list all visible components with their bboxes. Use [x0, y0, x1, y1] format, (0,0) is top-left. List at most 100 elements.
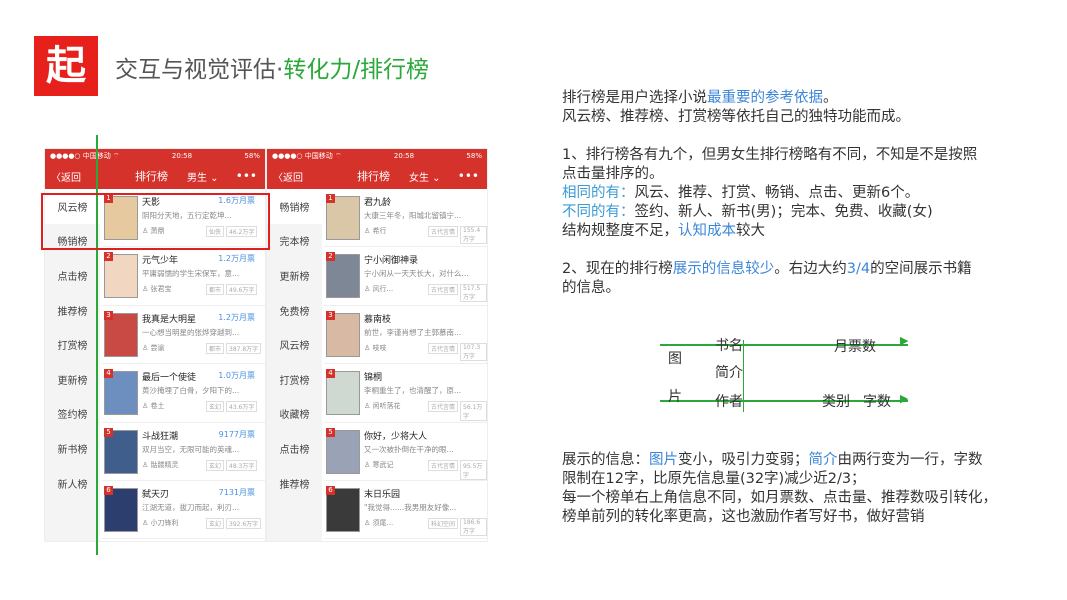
rank-badge: 1 [326, 194, 335, 203]
word-count: 43.6万字 [226, 401, 258, 413]
book-title: 末日乐园 [364, 489, 401, 500]
back-button[interactable]: 〈返回 [51, 169, 81, 184]
book-row[interactable]: 4 最后一个使徒 1.0万月票 黄沙掩埋了白骨，夕阳下的... ♙ 卷土 玄幻 43.6万字 [102, 364, 265, 423]
qidian-logo: 起 [34, 36, 98, 96]
ticket-count: 1.2万月票 [218, 254, 255, 264]
sidebar-item[interactable]: 打赏榜 [267, 362, 322, 397]
book-desc: 大康三年冬，阳城北留镇宁... [364, 211, 462, 220]
note-line: 风云榜、推荐榜、打赏榜等依托自己的独特功能而成。 [562, 109, 910, 125]
book-author: ♙ 闲听落花 [364, 402, 401, 411]
note-line: 不同的有：签约、新人、新书(男)；完本、免费、收藏(女) [562, 204, 933, 220]
slide-title: 交互与视觉评估·转化力/排行榜 [115, 57, 430, 83]
word-count: 107.3万字 [460, 342, 487, 361]
genre-tag: 玄幻 [206, 401, 225, 413]
book-row[interactable]: 1 君九龄 大康三年冬，阳城北留镇宁... ♙ 希行 古代言情 155.4万字 [324, 189, 487, 248]
note-line: 点击量排序的。 [562, 166, 664, 182]
book-author: ♙ 吱吱 [364, 343, 387, 352]
book-title: 弑天刃 [142, 489, 170, 500]
book-author: ♙ 小刀锋利 [142, 518, 179, 527]
sidebar-item[interactable]: 完本榜 [267, 224, 322, 259]
book-author: ♙ 须尾... [364, 518, 394, 527]
sidebar-item[interactable]: 畅销榜 [267, 189, 322, 224]
rank-badge: 6 [104, 485, 113, 495]
status-bar: ●●●●○ 中国移动 ⌔ 20:58 58% [45, 149, 265, 163]
sidebar-item[interactable]: 签约榜 [45, 397, 100, 432]
book-desc: 前世，李谨肖想了主郭慕南... [364, 327, 462, 337]
sidebar-item[interactable]: 风云榜 [267, 327, 322, 362]
gender-dropdown[interactable]: 男生 ⌄ [187, 169, 219, 184]
genre-tag: 都市 [206, 284, 225, 296]
book-title: 君九龄 [364, 198, 392, 208]
sidebar-item[interactable]: 推荐榜 [267, 466, 322, 501]
sidebar-item[interactable]: 更新榜 [267, 258, 322, 293]
status-bar: ●●●●○ 中国移动 ⌔ 20:58 58% [267, 149, 487, 163]
word-count: 387.8万字 [226, 342, 262, 354]
diagram-intro: 简介 [715, 365, 743, 381]
book-desc: 黄沙掩埋了白骨，夕阳下的... [142, 386, 240, 396]
book-row[interactable]: 3 慕南枝前世，李谨肖想了主郭慕南... ♙ 吱吱 古代言情 107.3万字 [324, 306, 487, 365]
book-row[interactable]: 6 弑天刃 7131月票 江湖无道，拔刀而起，利刃... ♙ 小刀锋利 玄幻 392.6万字 [102, 481, 265, 540]
rank-badge: 2 [104, 252, 113, 262]
sidebar-item[interactable]: 免费榜 [267, 293, 322, 328]
book-author: ♙ 卷土 [142, 402, 165, 411]
ticket-count: 1.2万月票 [218, 312, 255, 322]
genre-tag: 古代言情 [428, 342, 459, 354]
book-row[interactable]: 3 我真是大明星 1.2万月票 一心想当明星的张烨穿越到... ♙ 尝谕 都市 387.8万… [102, 306, 265, 365]
ticket-count: 1.0万月票 [218, 371, 255, 381]
nav-title: 排行榜 [135, 170, 168, 183]
book-row[interactable]: 5 你好，少将大人 又一次被扑倒在干净的眼... ♙ 寒武记 古代言情 95.5万字 [324, 423, 487, 481]
ranking-sidebar: 畅销榜 完本榜 更新榜 免费榜 风云榜 打赏榜 收藏榜 点击榜 推荐榜 [267, 189, 322, 541]
nav-bar: 〈返回 排行榜 男生 ⌄ ••• [45, 163, 265, 189]
genre-tag: 都市 [206, 342, 225, 354]
book-row[interactable]: 5 斗战狂潮 9177月票 双月当空，无限可能的英魂... ♙ 骷髅精灵 玄幻 48.3万字 [102, 423, 265, 481]
gender-dropdown[interactable]: 女生 ⌄ [409, 169, 441, 184]
book-row[interactable]: 6 末日乐园 "我觉得......我男朋友好像... ♙ 须尾... 科幻空间 186.6… [324, 481, 487, 540]
sidebar-item[interactable]: 点击榜 [267, 431, 322, 466]
genre-tag: 玄幻 [206, 517, 225, 529]
note-line: 排行榜是用户选择小说最重要的参考依据。 [562, 90, 838, 106]
genre-tag: 古代言情 [428, 459, 459, 471]
diagram-category: 类别 [822, 394, 850, 410]
book-row[interactable]: 2 宁小闲御神录 宁小闲从一天天长大，对什么... ♙ 风行... 古代言情 517.5万… [324, 247, 487, 306]
nav-bar: 〈返回 排行榜 女生 ⌄ ••• [267, 163, 487, 189]
word-count: 95.5万字 [460, 459, 487, 480]
book-author: ♙ 尝谕 [142, 343, 165, 352]
sidebar-item[interactable]: 新人榜 [45, 466, 100, 501]
rank-badge: 3 [326, 310, 335, 320]
diagram-words: 字数 [863, 394, 891, 410]
back-button[interactable]: 〈返回 [273, 169, 303, 184]
book-row[interactable]: 4 锦桐 李桐重生了，也清醒了，原... ♙ 闲听落花 古代言情 56.1万字 [324, 364, 487, 423]
more-icon[interactable]: ••• [236, 169, 257, 183]
genre-tag: 古代言情 [428, 401, 459, 413]
book-title: 你好，少将大人 [364, 431, 428, 442]
ticket-count: 9177月票 [218, 429, 255, 439]
sidebar-item[interactable]: 新书榜 [45, 431, 100, 466]
diagram-divider [743, 340, 744, 412]
sidebar-item[interactable]: 推荐榜 [45, 293, 100, 328]
note-line: 展示的信息：图片变小，吸引力变弱；简介由两行变为一行，字数 [562, 452, 983, 468]
sidebar-item[interactable]: 更新榜 [45, 362, 100, 397]
book-list: 1 君九龄 大康三年冬，阳城北留镇宁... ♙ 希行 古代言情 155.4万字 2 宁小闲御… [324, 189, 487, 541]
book-title: 我真是大明星 [142, 314, 197, 325]
nav-title: 排行榜 [357, 170, 390, 183]
book-author: ♙ 张君宝 [142, 285, 172, 294]
book-desc: 宁小闲从一天天长大，对什么... [364, 269, 469, 279]
sidebar-item[interactable]: 点击榜 [45, 258, 100, 293]
book-title: 慕南枝 [364, 314, 392, 325]
genre-tag: 玄幻 [206, 459, 225, 471]
word-count: 186.6万字 [460, 517, 487, 536]
note-line: 相同的有：风云、推荐、打赏、畅销、点击、更新6个。 [562, 185, 920, 201]
rank-badge: 3 [104, 310, 113, 320]
sidebar-item[interactable]: 收藏榜 [267, 397, 322, 432]
book-title: 锦桐 [364, 373, 383, 384]
sidebar-item[interactable]: 打赏榜 [45, 327, 100, 362]
more-icon[interactable]: ••• [458, 169, 479, 183]
book-desc: "我觉得......我男朋友好像... [364, 502, 457, 512]
note-line: 限制在12字，比原先信息量(32字)减少近2/3； [562, 471, 866, 487]
book-author: ♙ 风行... [364, 285, 394, 294]
book-row[interactable]: 2 元气少年 1.2万月票 平庸弱懦的学生宋保军，意... ♙ 张君宝 都市 49.6万字 [102, 247, 265, 306]
book-desc: 又一次被扑倒在干净的眼... [364, 444, 454, 454]
highlight-box [41, 193, 270, 250]
rank-badge: 5 [104, 427, 113, 437]
book-desc: 李桐重生了，也清醒了，原... [364, 386, 462, 396]
